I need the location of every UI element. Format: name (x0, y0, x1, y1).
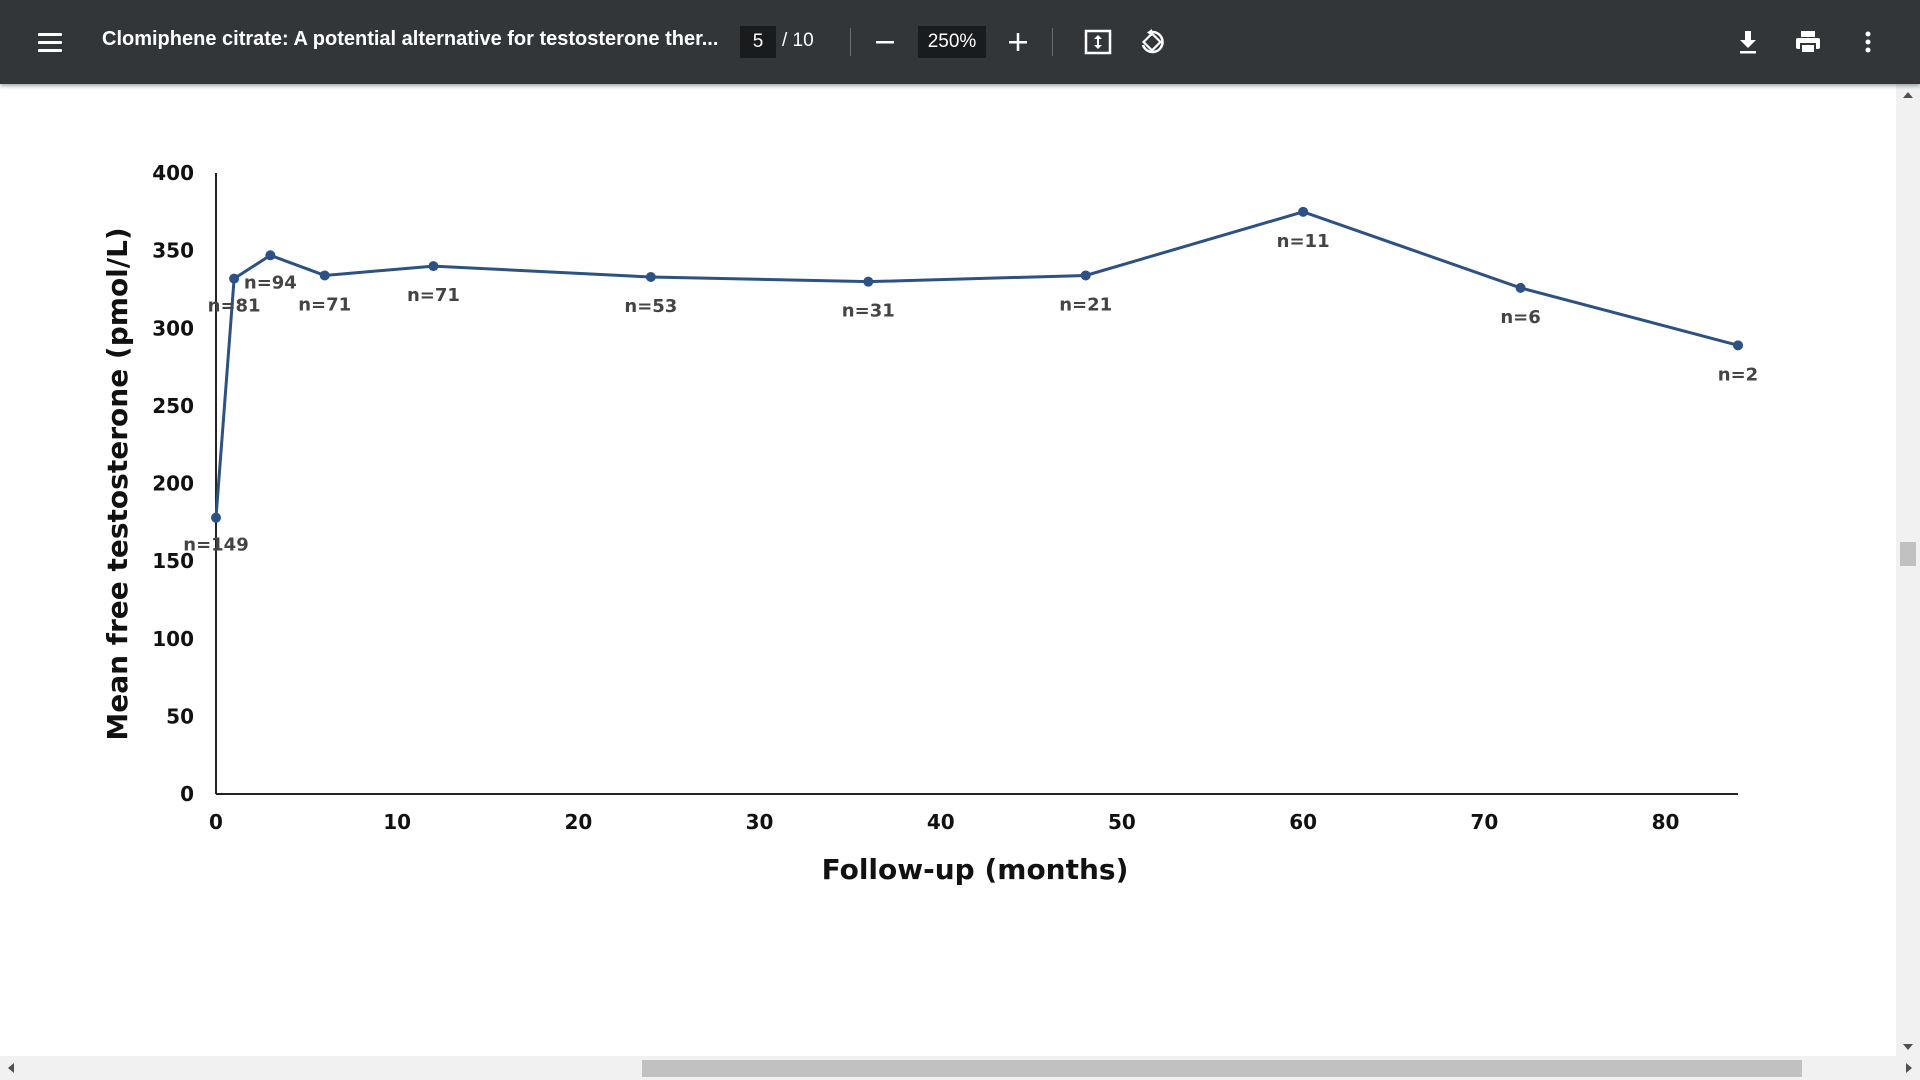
data-point (229, 273, 240, 284)
data-label: n=81 (208, 296, 261, 317)
x-tick-label: 70 (1470, 810, 1498, 834)
scroll-up-arrow-icon[interactable] (1903, 92, 1913, 98)
data-point (265, 250, 276, 261)
more-vert-icon (1865, 31, 1871, 53)
data-point (319, 270, 330, 281)
series-line (214, 210, 1739, 518)
scroll-down-arrow-icon[interactable] (1903, 1044, 1913, 1050)
data-label: n=149 (183, 535, 248, 556)
data-point (1080, 270, 1091, 281)
y-tick-label: 300 (152, 316, 194, 340)
page-number-input[interactable]: 5 (740, 26, 776, 58)
print-icon (1796, 31, 1820, 54)
rotate-icon (1141, 29, 1164, 54)
vertical-scrollbar[interactable] (1896, 84, 1920, 1056)
data-label: n=2 (1718, 364, 1758, 385)
horizontal-scroll-thumb[interactable] (642, 1060, 1802, 1077)
data-markers (211, 206, 1743, 523)
menu-icon[interactable] (30, 22, 70, 62)
more-options-button[interactable] (1848, 22, 1888, 62)
print-button[interactable] (1788, 22, 1828, 62)
data-point (863, 276, 874, 287)
pdf-page-viewer: 0 50 100 150 200 250 300 350 400 0 10 20 30 40 50 60 70 8… (0, 84, 1896, 1056)
x-tick-label: 60 (1289, 810, 1317, 834)
download-button[interactable] (1728, 22, 1768, 62)
pdf-toolbar: Clomiphene citrate: A potential alternat… (0, 0, 1920, 84)
y-axis-label: Mean free testosterone (pmol/L) (101, 227, 134, 740)
rotate-button[interactable] (1132, 22, 1172, 62)
y-tick-label: 200 (152, 472, 194, 496)
scroll-left-arrow-icon[interactable] (8, 1063, 14, 1073)
page-total: / 10 (782, 30, 814, 51)
data-point (645, 272, 656, 283)
zoom-in-button[interactable] (998, 22, 1038, 62)
vertical-scroll-thumb[interactable] (1900, 542, 1916, 566)
data-point (211, 512, 221, 523)
data-label: n=31 (842, 301, 895, 322)
y-tick-label: 350 (152, 239, 194, 263)
data-point (1733, 340, 1743, 351)
data-point (1515, 282, 1526, 293)
x-tick-label: 80 (1652, 810, 1680, 834)
plus-icon (1009, 33, 1027, 51)
x-tick-label: 0 (209, 810, 223, 834)
scroll-right-arrow-icon[interactable] (1906, 1063, 1912, 1073)
x-tick-label: 10 (383, 810, 411, 834)
data-label: n=11 (1277, 231, 1330, 252)
data-label: n=6 (1500, 307, 1540, 328)
x-tick-label: 30 (746, 810, 774, 834)
x-tick-label: 40 (927, 810, 955, 834)
zoom-level-input[interactable]: 250% (918, 26, 986, 58)
data-label: n=71 (298, 294, 351, 315)
x-tick-label: 50 (1108, 810, 1136, 834)
y-tick-label: 100 (152, 627, 194, 651)
y-tick-label: 0 (180, 782, 194, 806)
data-point (1298, 206, 1309, 217)
minus-icon (876, 41, 894, 44)
data-label: n=21 (1059, 294, 1112, 315)
free-testosterone-line-chart: 0501001502002503003504000 10 20 30 40 50 60 70 8… (101, 161, 1758, 886)
data-label: n=71 (407, 285, 460, 306)
y-tick-label: 250 (152, 394, 194, 418)
data-label: n=53 (624, 296, 677, 317)
fit-page-icon (1084, 29, 1112, 55)
download-icon (1740, 31, 1756, 54)
x-axis-label: Follow-up (months) (822, 853, 1129, 886)
fit-to-page-button[interactable] (1078, 22, 1118, 62)
toolbar-divider (850, 28, 851, 56)
data-point (428, 261, 439, 272)
horizontal-scrollbar[interactable] (0, 1056, 1920, 1080)
x-tick-label: 20 (564, 810, 592, 834)
zoom-out-button[interactable] (865, 22, 905, 62)
toolbar-divider (1052, 28, 1053, 56)
document-title: Clomiphene citrate: A potential alternat… (102, 28, 719, 50)
y-tick-label: 400 (152, 161, 194, 185)
y-tick-label: 50 (166, 704, 194, 728)
data-label: n=94 (244, 272, 297, 293)
